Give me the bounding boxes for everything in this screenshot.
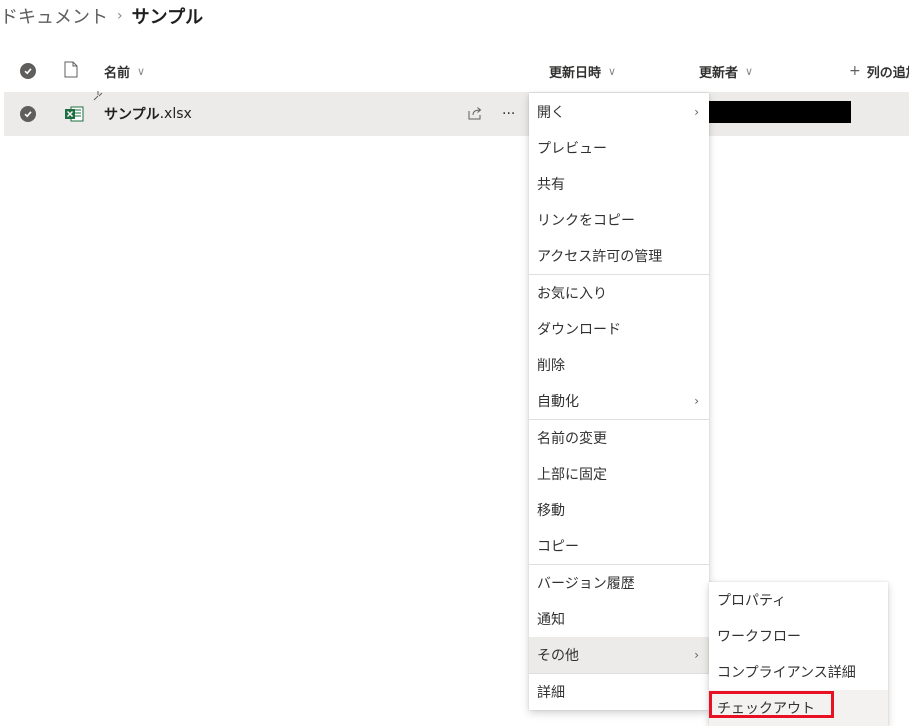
submenu-item-compliance-details[interactable]: コンプライアンス詳細 bbox=[709, 654, 888, 690]
menu-item-label: バージョン履歴 bbox=[537, 576, 635, 592]
menu-item-delete[interactable]: 削除 bbox=[529, 347, 709, 383]
excel-file-icon bbox=[64, 92, 84, 136]
check-icon bbox=[20, 63, 36, 79]
menu-item-label: プレビュー bbox=[537, 141, 607, 157]
menu-item-label: 名前の変更 bbox=[537, 431, 607, 447]
menu-item-manage-access[interactable]: アクセス許可の管理 bbox=[529, 238, 709, 274]
menu-item-label: お気に入り bbox=[537, 286, 607, 302]
file-type-header[interactable] bbox=[64, 52, 78, 90]
select-all-checkbox[interactable] bbox=[20, 52, 36, 90]
check-icon bbox=[20, 106, 36, 122]
document-icon bbox=[64, 61, 78, 82]
file-extension: .xlsx bbox=[159, 106, 192, 122]
menu-item-label: コピー bbox=[537, 539, 579, 555]
table-row[interactable]: サンプル .xlsx ··· bbox=[4, 91, 909, 136]
menu-item-preview[interactable]: プレビュー bbox=[529, 130, 709, 166]
column-header-modified-by[interactable]: 更新者 ∨ bbox=[699, 52, 753, 90]
menu-item-alert[interactable]: 通知 bbox=[529, 601, 709, 637]
add-column-button[interactable]: + 列の追加 bbox=[849, 52, 909, 90]
column-modified-by-label: 更新者 bbox=[699, 65, 739, 81]
menu-item-move[interactable]: 移動 bbox=[529, 492, 709, 528]
more-actions-button[interactable]: ··· bbox=[502, 92, 515, 136]
menu-item-version-history[interactable]: バージョン履歴 bbox=[529, 565, 709, 601]
plus-icon: + bbox=[849, 63, 861, 79]
chevron-right-icon: › bbox=[694, 105, 699, 119]
share-button[interactable] bbox=[468, 92, 484, 136]
menu-item-label: アクセス許可の管理 bbox=[537, 249, 663, 265]
row-checkbox[interactable] bbox=[20, 92, 36, 136]
menu-item-share[interactable]: 共有 bbox=[529, 166, 709, 202]
menu-item-copy-link[interactable]: リンクをコピー bbox=[529, 202, 709, 238]
chevron-down-icon: ∨ bbox=[608, 64, 617, 78]
menu-item-label: 移動 bbox=[537, 503, 565, 519]
share-icon bbox=[468, 105, 484, 124]
submenu-item-properties[interactable]: プロパティ bbox=[709, 582, 888, 618]
menu-item-details[interactable]: 詳細 bbox=[529, 674, 709, 710]
checkout-highlight-box bbox=[709, 691, 834, 718]
menu-item-label: リンクをコピー bbox=[537, 213, 635, 229]
menu-item-open[interactable]: 開く › bbox=[529, 94, 709, 130]
chevron-down-icon: ∨ bbox=[137, 64, 146, 78]
column-modified-label: 更新日時 bbox=[549, 65, 602, 81]
menu-item-label: ダウンロード bbox=[537, 322, 621, 338]
menu-item-label: 共有 bbox=[537, 177, 565, 193]
menu-item-label: 自動化 bbox=[537, 394, 579, 410]
context-menu: 開く › プレビュー 共有 リンクをコピー アクセス許可の管理 お気に入り ダウ… bbox=[529, 93, 709, 710]
breadcrumb: ドキュメント › サンプル bbox=[0, 4, 203, 28]
menu-item-more[interactable]: その他 › bbox=[529, 637, 709, 673]
file-name-link[interactable]: サンプル .xlsx bbox=[104, 92, 192, 136]
menu-item-automate[interactable]: 自動化 › bbox=[529, 383, 709, 419]
chevron-right-icon: › bbox=[694, 648, 699, 662]
menu-item-label: 上部に固定 bbox=[537, 467, 607, 483]
menu-item-label: コンプライアンス詳細 bbox=[717, 665, 856, 681]
submenu-item-workflow[interactable]: ワークフロー bbox=[709, 618, 888, 654]
menu-item-label: 削除 bbox=[537, 358, 565, 374]
menu-item-label: プロパティ bbox=[717, 593, 787, 609]
menu-item-download[interactable]: ダウンロード bbox=[529, 311, 709, 347]
list-header: 名前 ∨ 更新日時 ∨ 更新者 ∨ + 列の追加 bbox=[0, 52, 909, 90]
breadcrumb-separator: › bbox=[117, 8, 123, 24]
chevron-right-icon: › bbox=[694, 394, 699, 408]
chevron-down-icon: ∨ bbox=[745, 64, 754, 78]
file-name-text: サンプル bbox=[104, 107, 160, 123]
redacted-modified-by bbox=[706, 101, 851, 123]
column-name-label: 名前 bbox=[104, 65, 131, 81]
column-header-name[interactable]: 名前 ∨ bbox=[104, 52, 145, 90]
column-header-modified[interactable]: 更新日時 ∨ bbox=[549, 52, 616, 90]
menu-item-pin-to-top[interactable]: 上部に固定 bbox=[529, 456, 709, 492]
menu-item-copy[interactable]: コピー bbox=[529, 528, 709, 564]
menu-item-label: ワークフロー bbox=[717, 629, 801, 645]
menu-item-label: その他 bbox=[537, 648, 579, 664]
document-library-page: ドキュメント › サンプル 名前 ∨ 更新日時 ∨ 更新者 ∨ + 列の追 サン… bbox=[0, 0, 909, 726]
breadcrumb-documents[interactable]: ドキュメント bbox=[0, 3, 108, 29]
menu-item-label: 開く bbox=[537, 105, 565, 121]
menu-item-rename[interactable]: 名前の変更 bbox=[529, 420, 709, 456]
menu-item-label: 詳細 bbox=[537, 685, 565, 701]
add-column-label: 列の追加 bbox=[866, 65, 909, 81]
breadcrumb-current-folder: サンプル bbox=[131, 7, 204, 28]
menu-item-favorite[interactable]: お気に入り bbox=[529, 275, 709, 311]
menu-item-label: 通知 bbox=[537, 612, 565, 628]
